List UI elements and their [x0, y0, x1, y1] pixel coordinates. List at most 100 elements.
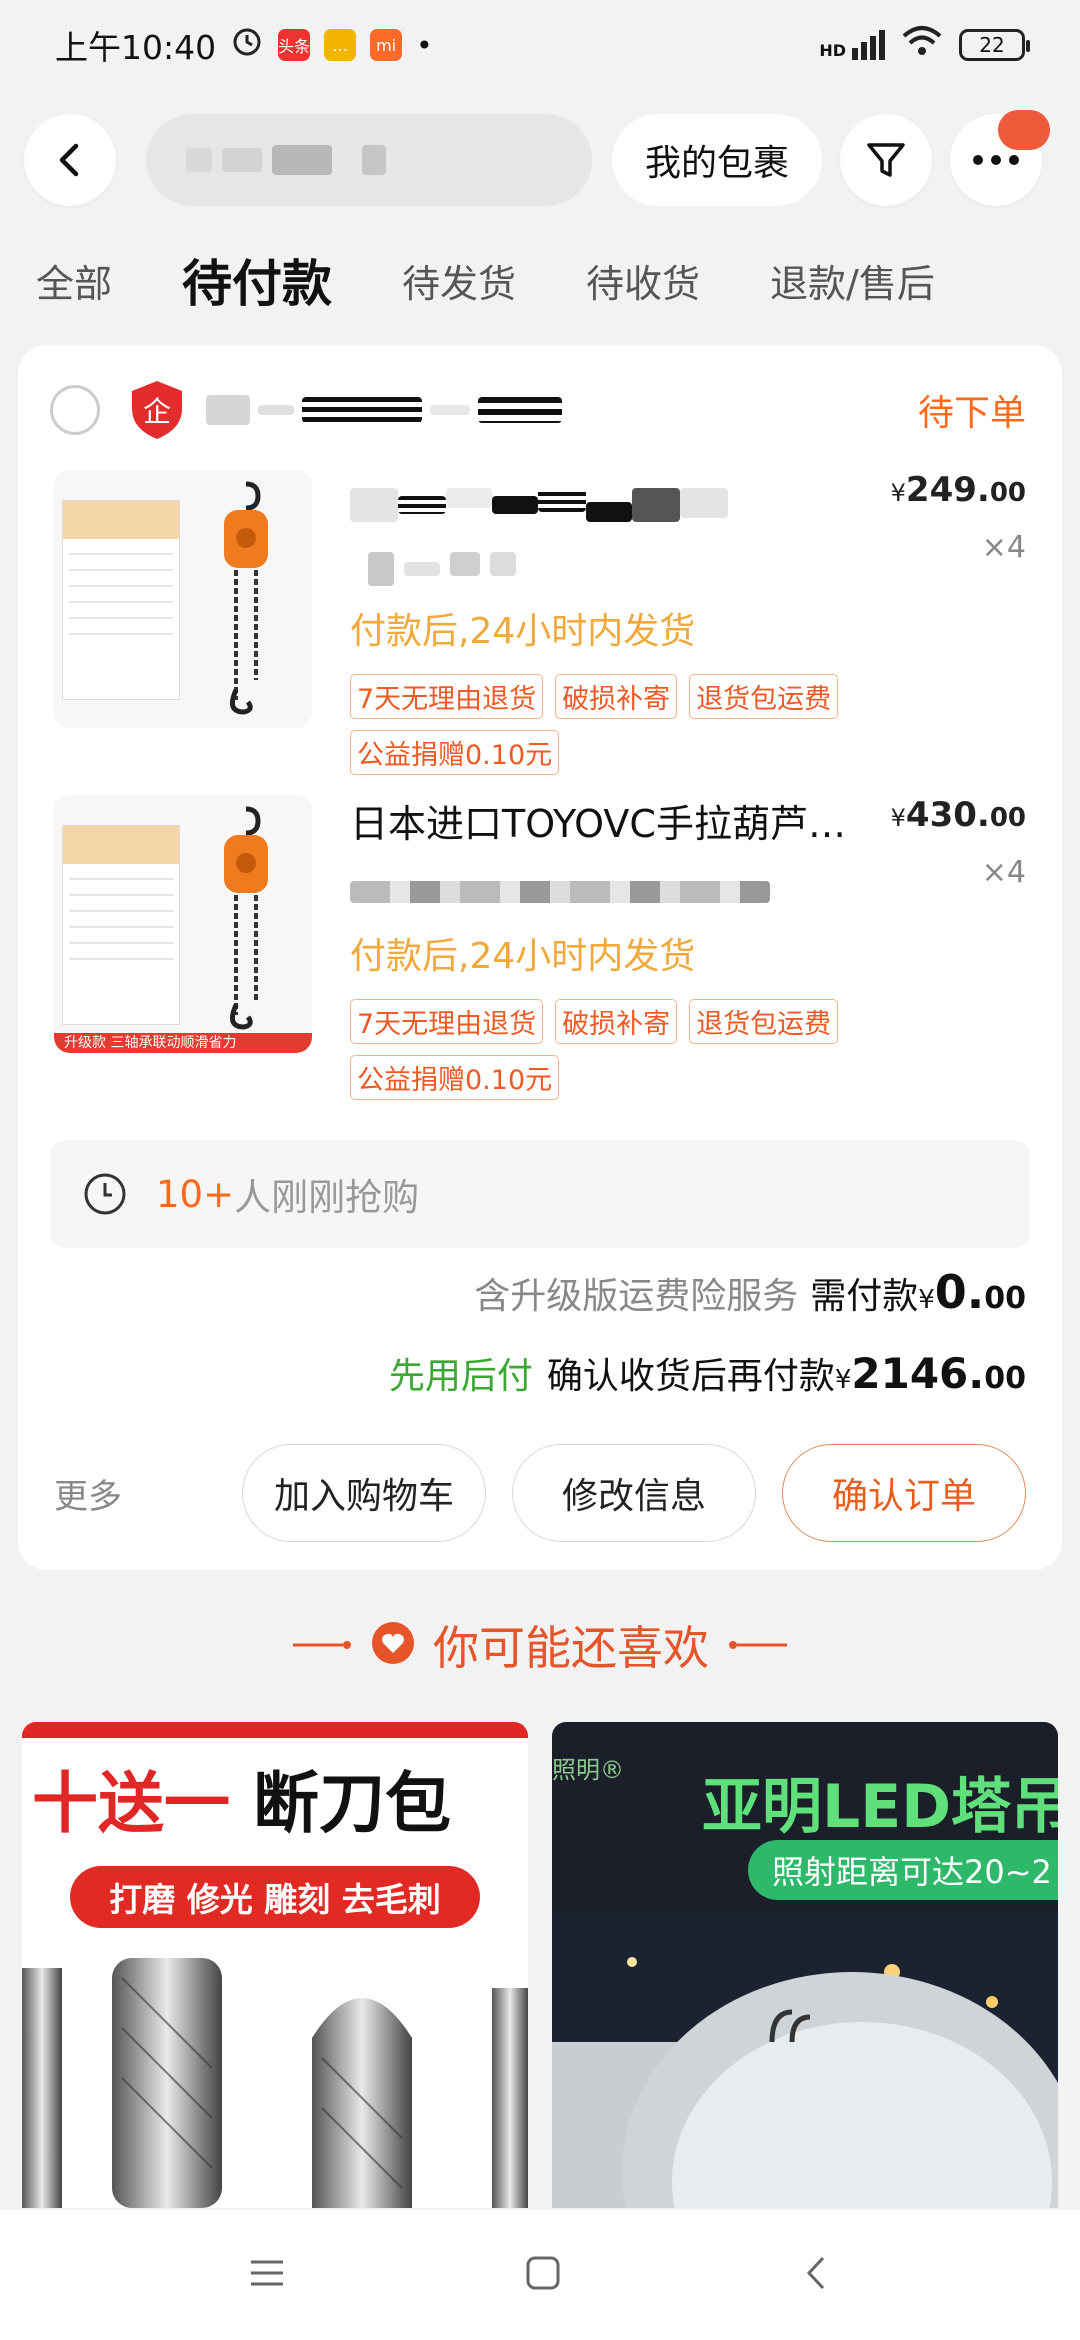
- redacted-text: [680, 488, 728, 518]
- payment-summary: 含升级版运费险服务 需付款 ¥ 0. 00: [474, 1265, 1026, 1319]
- shipping-note: 付款后,24小时内发货: [350, 611, 696, 652]
- filter-icon: [867, 143, 905, 177]
- order-status: 待下单: [917, 393, 1026, 434]
- back-button[interactable]: [24, 114, 116, 206]
- more-dots-icon: [973, 155, 1019, 165]
- promo-headline-black: 断刀包: [230, 1765, 451, 1842]
- promo-banner-strip: [22, 1722, 528, 1738]
- product-thumbnail[interactable]: [54, 470, 312, 728]
- redacted-text: [362, 145, 386, 175]
- pay-later-integer: 2146.: [851, 1349, 985, 1398]
- tag-charity: 公益捐赠0.10元: [350, 730, 560, 775]
- redacted-text: [404, 562, 440, 576]
- tab-refund[interactable]: 退款/售后: [770, 253, 935, 308]
- back-nav-icon[interactable]: [801, 2255, 831, 2295]
- product-sku-redacted: [350, 552, 516, 586]
- charity-tag-row: 公益捐赠0.10元: [350, 730, 560, 775]
- product-title-redacted[interactable]: [350, 488, 728, 522]
- redacted-text: [430, 405, 470, 415]
- tab-pending-receipt[interactable]: 待收货: [586, 253, 700, 308]
- edit-info-button[interactable]: 修改信息: [512, 1444, 756, 1542]
- redacted-text: [350, 488, 398, 522]
- toutiao-icon: 头条: [278, 29, 310, 61]
- recent-buyers-bar: 10+ 人刚刚抢购: [50, 1140, 1030, 1248]
- promo-pill: 照射距离可达20~2: [748, 1840, 1058, 1900]
- tag-return-7days: 7天无理由退货: [350, 674, 544, 719]
- order-actions: 更多 加入购物车 修改信息 确认订单: [54, 1443, 1026, 1543]
- product-sku-redacted: [350, 881, 770, 903]
- status-bar: 上午10:40 头条 … mi • HD 22: [0, 0, 1080, 90]
- spec-table-image: [62, 500, 180, 700]
- redacted-text: [206, 395, 250, 425]
- redacted-text: [222, 148, 262, 172]
- recommend-card[interactable]: 照明® 亚明LED塔吊 照射距离可达20~2: [552, 1722, 1058, 2208]
- pay-later-currency: ¥: [834, 1365, 852, 1395]
- price-currency: ¥: [890, 804, 906, 832]
- message-icon: …: [324, 29, 357, 61]
- menu-icon[interactable]: [249, 2258, 285, 2292]
- order-item[interactable]: 升级款 三轴承联动顺滑省力 日本进口TOYOVC手拉葫芦… ¥430.00 ×4…: [50, 795, 1026, 1125]
- tab-pending-payment[interactable]: 待付款: [182, 244, 332, 316]
- product-title[interactable]: 日本进口TOYOVC手拉葫芦…: [350, 795, 910, 853]
- dot-icon: •: [416, 28, 433, 62]
- enterprise-shield-icon: 企: [128, 381, 186, 439]
- pay-currency: ¥: [918, 1285, 935, 1315]
- tab-pending-shipment[interactable]: 待发货: [402, 253, 516, 308]
- buyers-count: 10+: [156, 1172, 235, 1216]
- add-to-cart-button[interactable]: 加入购物车: [242, 1444, 486, 1542]
- recommend-title: 你可能还喜欢: [433, 1621, 709, 1675]
- promo-headline-red: 十送一: [32, 1765, 230, 1842]
- redacted-text: [350, 881, 770, 903]
- home-icon[interactable]: [525, 2255, 561, 2295]
- recommend-card[interactable]: 十送一 断刀包 打磨 修光 雕刻 去毛刺: [22, 1722, 528, 2208]
- pay-later-decimal: 00: [984, 1361, 1026, 1396]
- shop-name[interactable]: [206, 395, 562, 425]
- pay-later-summary: 先用后付 确认收货后再付款 ¥ 2146. 00: [389, 1347, 1026, 1399]
- top-nav: 我的包裹: [0, 90, 1080, 230]
- redacted-text: [272, 145, 332, 175]
- mi-icon: mi: [370, 29, 403, 61]
- battery-level: 22: [979, 33, 1005, 57]
- search-input[interactable]: [146, 114, 592, 206]
- pay-label: 需付款: [810, 1276, 919, 1317]
- heart-icon: [371, 1621, 415, 1669]
- product-thumbnail[interactable]: 升级款 三轴承联动顺滑省力: [54, 795, 312, 1053]
- shipping-note: 付款后,24小时内发货: [350, 936, 696, 977]
- service-tags: 7天无理由退货 破损补寄 退货包运费: [350, 999, 839, 1044]
- recommend-header: 你可能还喜欢: [0, 1600, 1080, 1690]
- promo-headline: 亚明LED塔吊: [702, 1772, 1058, 1842]
- alarm-icon: [230, 24, 264, 66]
- charity-tag-row: 公益捐赠0.10元: [350, 1055, 560, 1100]
- service-tags: 7天无理由退货 破损补寄 退货包运费: [350, 674, 839, 719]
- price-integer: 430.: [905, 795, 990, 835]
- tag-charity: 公益捐赠0.10元: [350, 1055, 560, 1100]
- more-link[interactable]: 更多: [54, 1469, 122, 1518]
- tag-damage-resend: 破损补寄: [555, 674, 678, 719]
- upgrade-banner: 升级款 三轴承联动顺滑省力: [54, 1033, 312, 1053]
- filter-button[interactable]: [840, 114, 932, 206]
- redacted-text: [586, 502, 632, 522]
- shop-header: 企 待下单: [50, 375, 1026, 445]
- more-button[interactable]: [950, 110, 1050, 206]
- wifi-icon: [901, 24, 943, 66]
- system-nav-bar: [0, 2210, 1080, 2340]
- select-order-checkbox[interactable]: [50, 385, 100, 435]
- product-quantity: ×4: [981, 530, 1026, 565]
- decor-right-icon: [727, 1638, 787, 1652]
- clock-time: 上午10:40: [55, 28, 217, 67]
- network-label: HD: [819, 41, 846, 60]
- tab-all[interactable]: 全部: [36, 253, 112, 308]
- signal-icon: HD: [819, 30, 885, 60]
- pay-amount-decimal: 00: [984, 1281, 1026, 1316]
- confirm-order-button[interactable]: 确认订单: [782, 1444, 1026, 1542]
- order-item[interactable]: ¥249.00 ×4 付款后,24小时内发货 7天无理由退货 破损补寄 退货包运…: [50, 470, 1026, 800]
- spec-table-image: [62, 825, 180, 1025]
- redacted-text: [258, 405, 294, 415]
- redacted-text: [478, 397, 562, 423]
- redacted-text: [398, 496, 446, 514]
- decor-left-icon: [293, 1638, 353, 1652]
- redacted-text: [302, 397, 422, 423]
- my-packages-button[interactable]: 我的包裹: [612, 114, 822, 206]
- brand-mark: 照明®: [552, 1756, 624, 1784]
- svg-text:企: 企: [143, 395, 171, 428]
